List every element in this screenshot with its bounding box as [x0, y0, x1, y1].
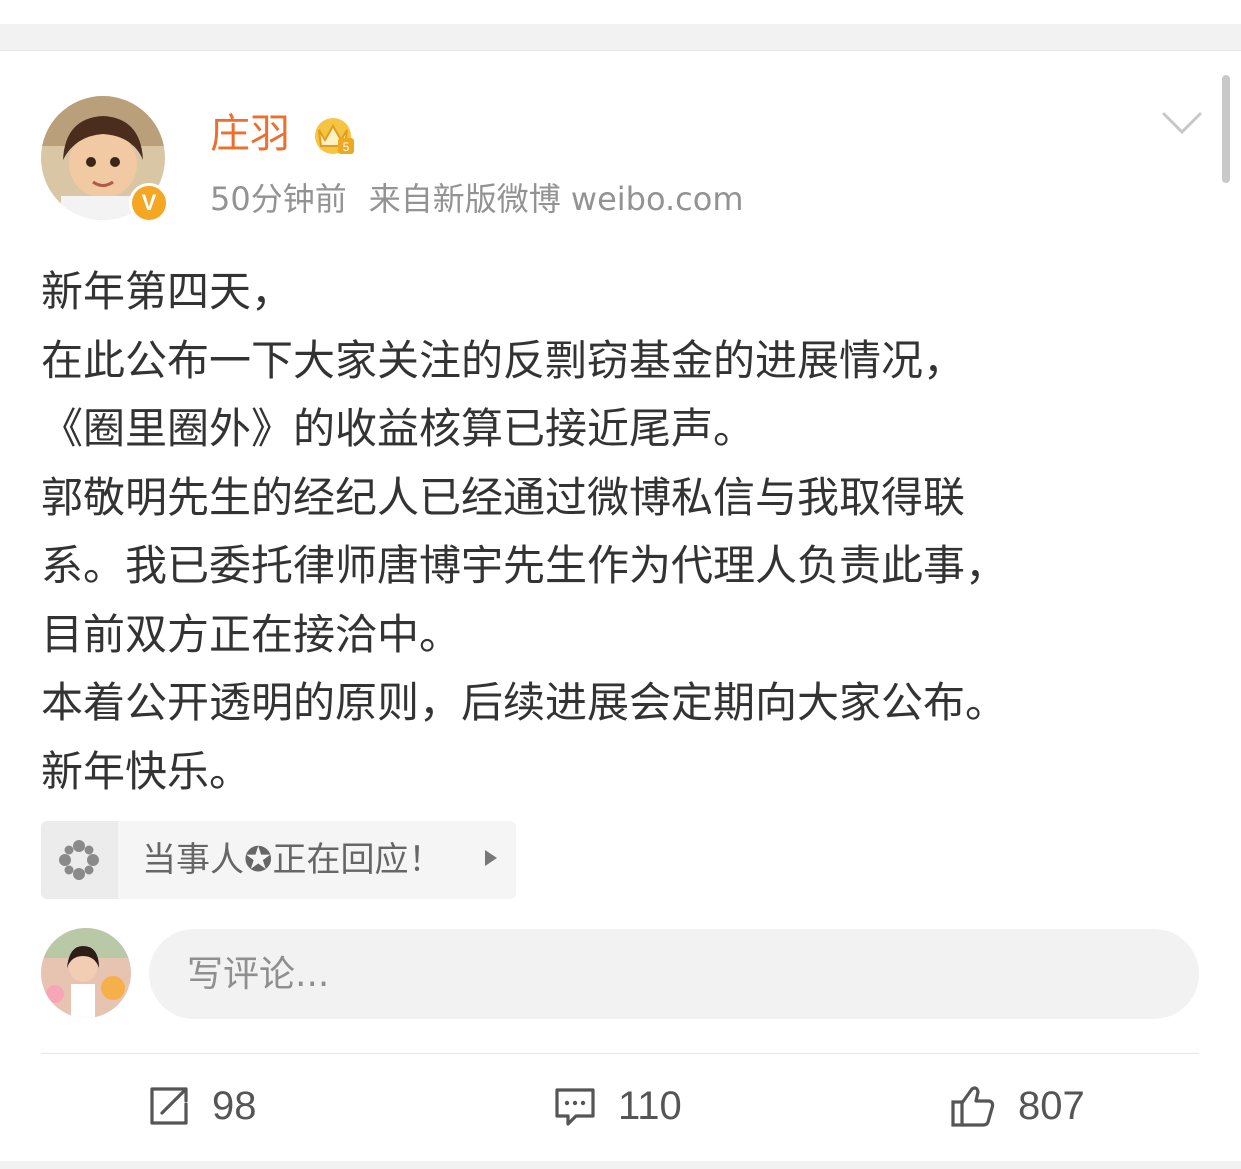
comment-button[interactable]: 110: [554, 1078, 682, 1134]
post-line: 本着公开透明的原则，后续进展会定期向大家公布。: [41, 678, 1008, 727]
feed-separator-bottom: [0, 1161, 1241, 1169]
comment-icon: [555, 1088, 595, 1126]
post-line: 新年第四天，: [41, 267, 294, 316]
scrollbar[interactable]: [1222, 75, 1230, 183]
status-area: [0, 0, 1241, 24]
repost-icon: [150, 1087, 188, 1125]
author-name[interactable]: 庄羽: [210, 110, 290, 158]
repost-count: 98: [212, 1083, 257, 1128]
pinwheel-icon: [41, 821, 118, 899]
post-line: 目前双方正在接洽中。: [41, 609, 462, 659]
post-line: 在此公布一下大家关注的反剽窃基金的进展情况，: [41, 335, 966, 385]
post-line: 新年快乐。: [41, 746, 252, 796]
crown-icon: 5: [310, 114, 356, 158]
play-arrow-icon: [485, 850, 497, 866]
post-line: 《圈里圈外》的收益核算已接近尾声。: [41, 404, 756, 453]
thumbs-up-icon: [951, 1086, 995, 1127]
divider: [41, 1053, 1199, 1054]
my-avatar[interactable]: [41, 928, 131, 1018]
repost-button[interactable]: 98: [148, 1078, 257, 1134]
topic-card[interactable]: 当事人✪正在回应！: [41, 821, 516, 899]
like-count: 807: [1018, 1083, 1085, 1128]
post-time: 50分钟前: [210, 180, 347, 218]
post-line: 郭敬明先生的经纪人已经通过微博私信与我取得联: [41, 472, 966, 522]
verified-badge-icon: V: [129, 183, 169, 223]
like-button[interactable]: 807: [950, 1078, 1085, 1134]
topic-text: 当事人✪正在回应！: [142, 840, 443, 880]
svg-text:5: 5: [343, 140, 350, 154]
feed-separator: [0, 24, 1241, 51]
post-text: 新年第四天， 在此公布一下大家关注的反剽窃基金的进展情况， 《圈里圈外》的收益核…: [41, 258, 1191, 806]
chevron-down-icon[interactable]: [1160, 104, 1204, 140]
post-line: 系。我已委托律师唐博宇先生作为代理人负责此事，: [41, 541, 1008, 590]
post-meta: 50分钟前 来自新版微博 weibo.com: [210, 178, 744, 220]
post-source: 来自新版微博 weibo.com: [368, 180, 744, 218]
comment-count: 110: [618, 1083, 682, 1128]
comment-input[interactable]: [149, 929, 1199, 1019]
